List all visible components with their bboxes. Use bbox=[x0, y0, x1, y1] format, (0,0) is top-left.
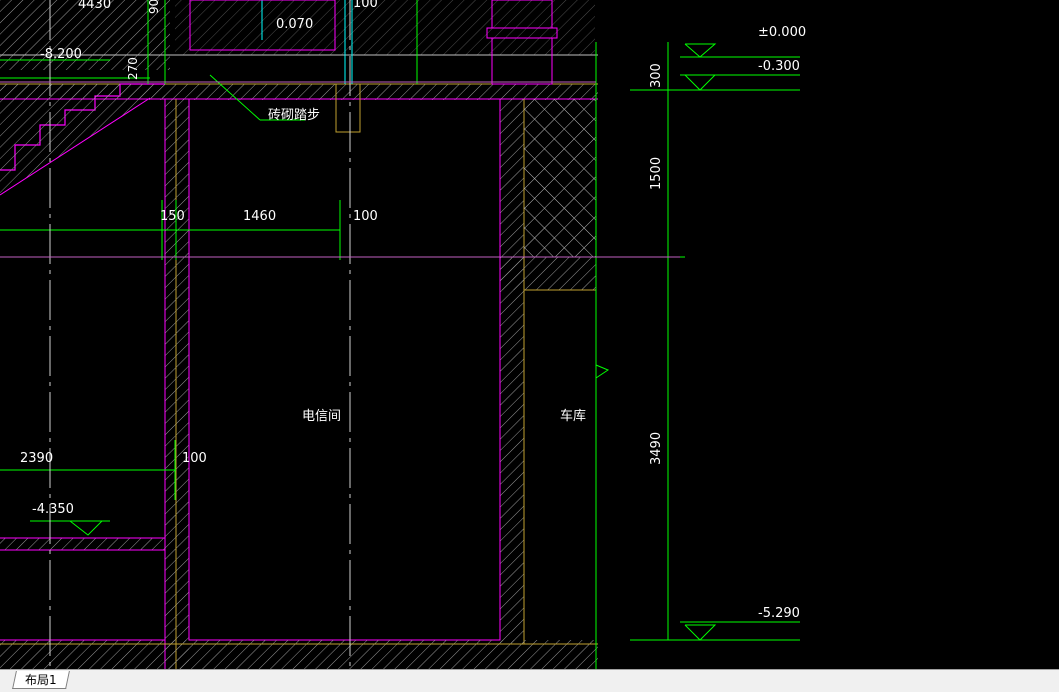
cad-drawing-canvas[interactable]: 4430 90 100 0.070 -8.200 270 砖砌踏步 ±0.000… bbox=[0, 0, 1059, 669]
brick-step-label: 砖砌踏步 bbox=[268, 108, 320, 123]
elev-m8200: -8.200 bbox=[40, 47, 82, 62]
elev-m0300: -0.300 bbox=[758, 59, 800, 74]
dim-2390: 2390 bbox=[20, 451, 53, 466]
dim-3490: 3490 bbox=[649, 432, 664, 465]
dim-1500: 1500 bbox=[649, 157, 664, 190]
walls bbox=[0, 83, 598, 669]
layout-tab-bar: 布局1 bbox=[0, 669, 1059, 692]
dim-4430: 4430 bbox=[78, 0, 111, 12]
dim-300: 300 bbox=[649, 63, 664, 88]
dim-90: 90 bbox=[147, 0, 161, 14]
dim-0070: 0.070 bbox=[276, 17, 313, 32]
dim-100-low: 100 bbox=[182, 451, 207, 466]
room-garage-label: 车库 bbox=[560, 408, 586, 424]
dim-1460: 1460 bbox=[243, 209, 276, 224]
elev-m5290: -5.290 bbox=[758, 606, 800, 621]
tab-layout-1-label: 布局1 bbox=[25, 673, 57, 687]
dim-100-top: 100 bbox=[353, 0, 378, 11]
elev-m4350: -4.350 bbox=[32, 502, 74, 517]
dim-100-mid: 100 bbox=[353, 209, 378, 224]
dim-270: 270 bbox=[126, 57, 140, 80]
dim-150: 150 bbox=[160, 209, 185, 224]
tab-layout-1[interactable]: 布局1 bbox=[12, 671, 70, 689]
stair bbox=[0, 83, 165, 196]
elev-000: ±0.000 bbox=[758, 25, 806, 40]
room-telecom-label: 电信间 bbox=[302, 409, 341, 424]
